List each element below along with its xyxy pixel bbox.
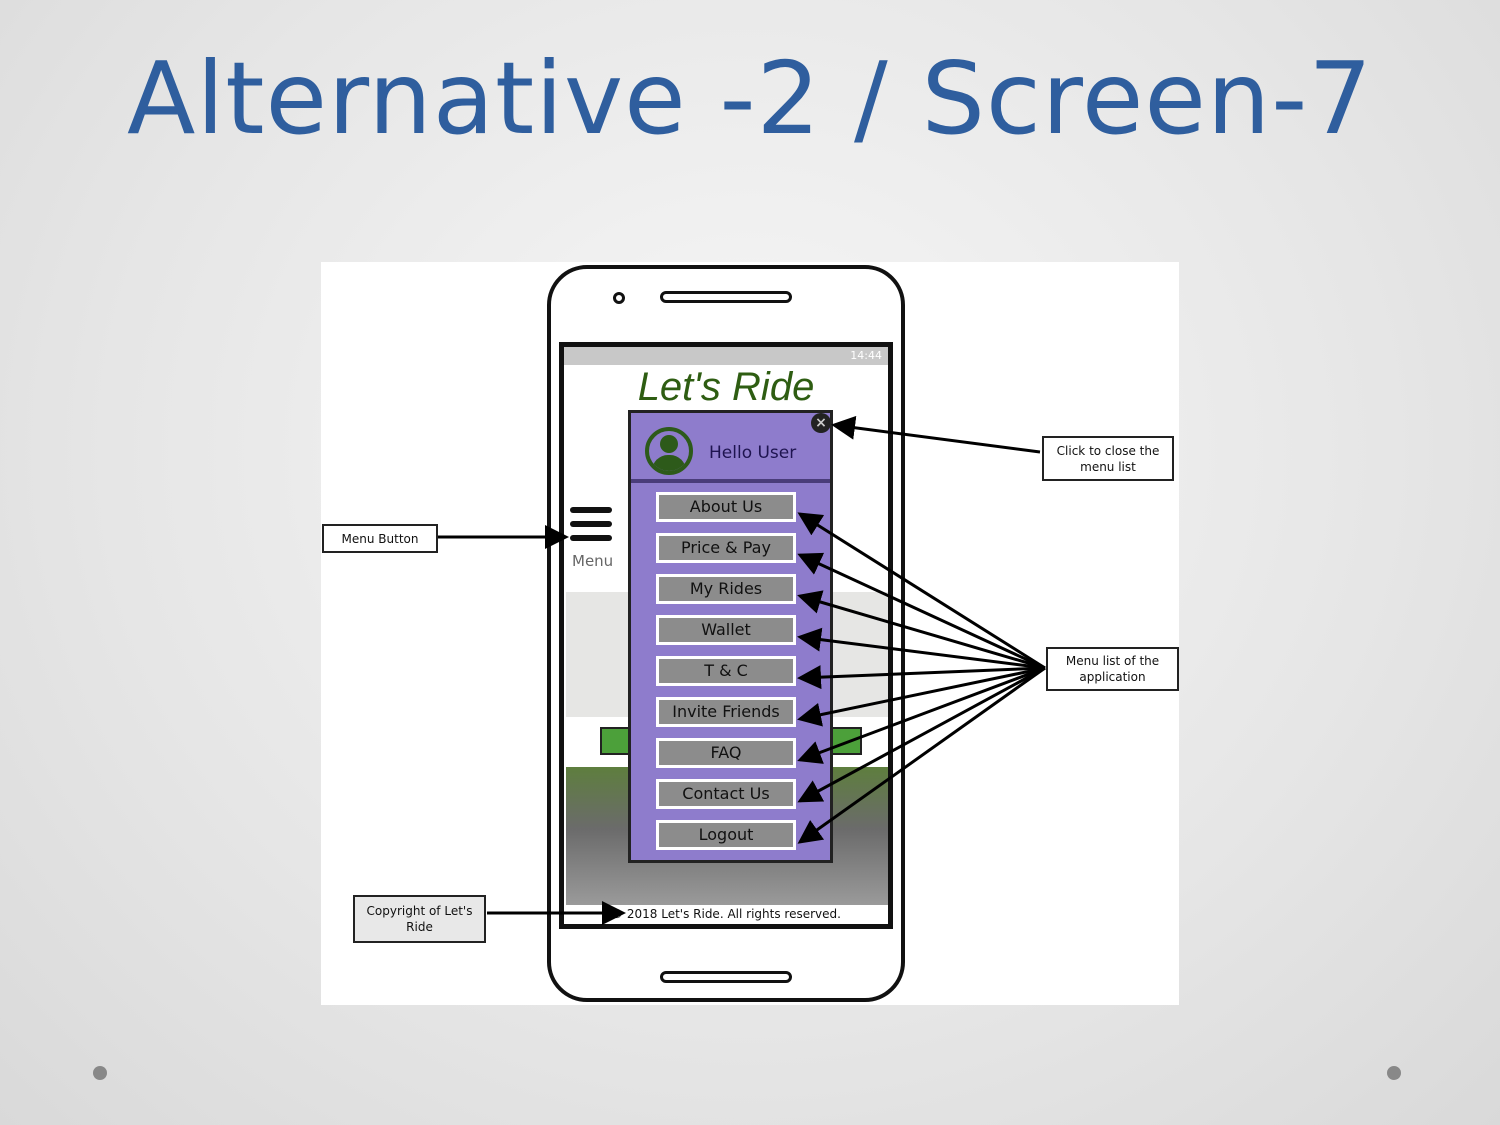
note-copyright: Copyright of Let's Ride [353, 895, 486, 943]
close-arrow [831, 415, 1041, 454]
menu-list-arrow [797, 666, 1046, 803]
note-menu-button: Menu Button [322, 524, 438, 553]
annotation-arrows [437, 415, 1046, 925]
menu-list-arrow [797, 590, 1046, 670]
menu-list-arrow [797, 666, 1046, 764]
menu-list-arrow [797, 512, 1046, 670]
slide-bullet-left [93, 1066, 107, 1080]
note-menu-list: Menu list of the application [1046, 647, 1179, 691]
note-close: Click to close the menu list [1042, 436, 1174, 481]
slide-bullet-right [1387, 1066, 1401, 1080]
